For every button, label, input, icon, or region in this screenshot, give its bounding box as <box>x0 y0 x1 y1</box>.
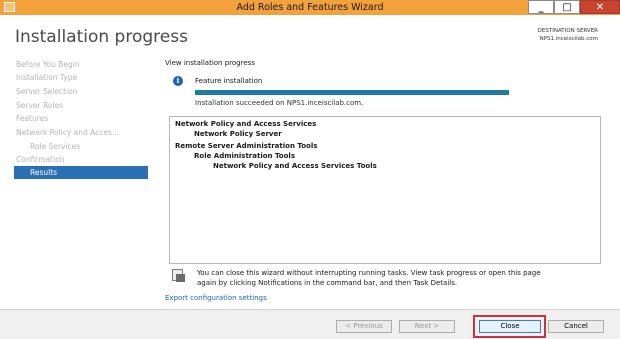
wizard-header: Installation progress DESTINATION SERVER… <box>0 15 620 55</box>
note-line-2: again by clicking Notifications in the c… <box>197 279 458 287</box>
feature-installation-label: Feature installation <box>195 77 263 85</box>
step-results[interactable]: Results <box>14 166 148 179</box>
destination-server: DESTINATION SERVER NPS1.inceiscilab.com <box>538 27 598 43</box>
info-icon: i <box>173 76 183 86</box>
main-content: View installation progress i Feature ins… <box>165 56 615 306</box>
list-item: Remote Server Administration Tools <box>175 142 318 150</box>
step-server-roles[interactable]: Server Roles <box>16 99 63 112</box>
title-bar: Add Roles and Features Wizard _ □ ✕ <box>0 0 620 15</box>
window-title: Add Roles and Features Wizard <box>236 2 384 13</box>
step-server-selection[interactable]: Server Selection <box>16 85 78 98</box>
installation-status: Installation succeeded on NPS1.inceiscil… <box>195 99 364 107</box>
next-button[interactable]: Next > <box>399 320 455 333</box>
step-features[interactable]: Features <box>16 112 48 125</box>
list-item: Role Administration Tools <box>194 152 295 160</box>
note-line-1: You can close this wizard without interr… <box>197 269 541 277</box>
close-window-button[interactable]: ✕ <box>580 0 620 14</box>
step-installation-type[interactable]: Installation Type <box>16 71 77 84</box>
minimize-button[interactable]: _ <box>528 0 554 14</box>
installed-features-list[interactable]: Network Policy and Access Services Netwo… <box>169 116 601 264</box>
maximize-button[interactable]: □ <box>554 0 580 14</box>
step-confirmation[interactable]: Confirmation <box>16 153 65 166</box>
close-button[interactable]: Close <box>479 320 541 333</box>
page-title: Installation progress <box>15 27 188 47</box>
export-configuration-link[interactable]: Export configuration settings <box>165 294 267 302</box>
list-item: Network Policy and Access Services <box>175 120 317 128</box>
destination-label: DESTINATION SERVER <box>537 28 598 34</box>
progress-fill <box>195 90 509 95</box>
installation-progress-bar <box>195 90 509 95</box>
list-item: Network Policy Server <box>194 130 282 138</box>
wizard-steps: Before You Begin Installation Type Serve… <box>0 56 160 306</box>
wizard-footer: < Previous Next > Close Cancel <box>0 309 620 339</box>
notification-flag-icon <box>172 269 185 282</box>
step-network-policy[interactable]: Network Policy and Acces... <box>16 126 119 139</box>
close-wizard-note: You can close this wizard without interr… <box>197 268 607 288</box>
step-before-you-begin[interactable]: Before You Begin <box>16 58 80 71</box>
section-label: View installation progress <box>165 59 255 67</box>
destination-server-name: NPS1.inceiscilab.com <box>539 36 598 42</box>
step-role-services[interactable]: Role Services <box>30 140 80 153</box>
list-item: Network Policy and Access Services Tools <box>213 162 377 170</box>
previous-button[interactable]: < Previous <box>336 320 392 333</box>
cancel-button[interactable]: Cancel <box>548 320 604 333</box>
